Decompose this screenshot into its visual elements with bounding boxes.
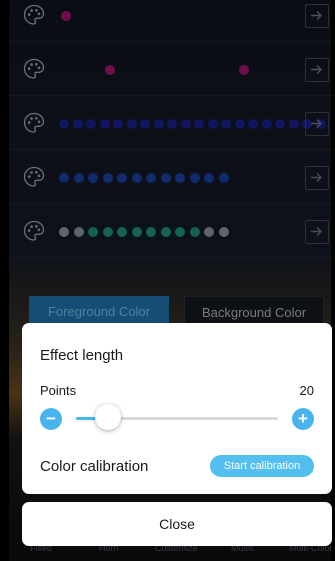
start-calibration-button[interactable]: Start calibration: [210, 455, 314, 477]
minus-icon: −: [46, 409, 56, 428]
points-label: Points: [40, 383, 77, 398]
plus-icon: +: [298, 409, 308, 428]
points-slider-thumb[interactable]: [95, 404, 122, 430]
effect-length-sheet: Effect length Points 20 − + Color calibr…: [22, 323, 332, 494]
sheet-title: Effect length: [40, 347, 124, 364]
points-value: 20: [299, 383, 314, 398]
decrease-points-button[interactable]: −: [40, 408, 62, 430]
increase-points-button[interactable]: +: [292, 408, 314, 430]
color-calibration-label: Color calibration: [40, 458, 149, 475]
close-button[interactable]: Close: [22, 502, 332, 546]
